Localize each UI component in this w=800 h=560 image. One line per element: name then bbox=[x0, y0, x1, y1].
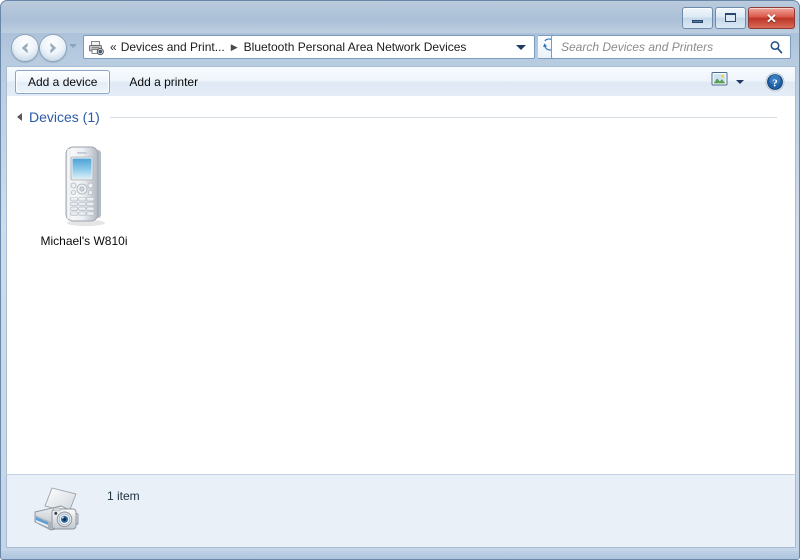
preview-pane-button[interactable] bbox=[707, 71, 731, 93]
close-icon: ✕ bbox=[766, 10, 777, 26]
explorer-window: ✕ « Devices and Print... ▶ Bluetooth Per… bbox=[0, 0, 800, 560]
forward-arrow-icon bbox=[40, 35, 66, 61]
breadcrumb-item-bluetooth-pan-devices[interactable]: Bluetooth Personal Area Network Devices bbox=[244, 41, 467, 53]
breadcrumb-separator-icon[interactable]: ▶ bbox=[231, 42, 238, 52]
chevron-down-icon[interactable] bbox=[516, 44, 526, 50]
toolbar-right-group: ? bbox=[707, 71, 785, 93]
recent-pages-dropdown[interactable] bbox=[69, 44, 77, 48]
svg-text:?: ? bbox=[772, 77, 778, 89]
change-view-dropdown[interactable] bbox=[731, 71, 749, 93]
title-bar: ✕ bbox=[1, 1, 799, 31]
add-a-device-button[interactable]: Add a device bbox=[15, 69, 111, 94]
add-a-printer-button[interactable]: Add a printer bbox=[120, 70, 207, 94]
window-bottom-edge bbox=[1, 551, 799, 559]
device-label: Michael's W810i bbox=[40, 234, 128, 248]
minimize-button[interactable] bbox=[682, 7, 713, 29]
devices-group-header[interactable]: Devices (1) bbox=[17, 108, 777, 126]
maximize-button[interactable] bbox=[715, 7, 746, 29]
add-a-device-label: Add a device bbox=[28, 74, 98, 89]
help-button[interactable]: ? bbox=[765, 72, 785, 92]
back-button[interactable] bbox=[11, 34, 39, 62]
content-area[interactable]: Devices (1) Michael's W810i bbox=[6, 96, 796, 474]
search-input[interactable] bbox=[559, 39, 763, 55]
mobile-phone-icon bbox=[29, 138, 139, 228]
forward-button[interactable] bbox=[39, 34, 67, 62]
collapse-triangle-icon[interactable] bbox=[17, 113, 22, 121]
close-button[interactable]: ✕ bbox=[748, 7, 795, 29]
devices-and-printers-icon bbox=[31, 482, 89, 540]
navigation-bar: « Devices and Print... ▶ Bluetooth Perso… bbox=[1, 31, 799, 63]
devices-group-title: Devices (1) bbox=[29, 109, 100, 125]
breadcrumb-item-devices-and-printers[interactable]: Devices and Print... bbox=[121, 41, 225, 53]
window-controls: ✕ bbox=[682, 7, 795, 29]
status-item-count: 1 item bbox=[107, 489, 140, 503]
group-divider bbox=[109, 116, 777, 118]
add-a-printer-label: Add a printer bbox=[129, 74, 199, 89]
search-icon[interactable] bbox=[769, 40, 783, 54]
command-toolbar: Add a device Add a printer ? bbox=[6, 66, 796, 96]
search-box[interactable] bbox=[551, 35, 791, 59]
preview-pane-icon bbox=[711, 71, 728, 92]
address-bar[interactable]: « Devices and Print... ▶ Bluetooth Perso… bbox=[83, 35, 535, 59]
status-bar: 1 item bbox=[6, 474, 796, 548]
chevron-down-icon bbox=[736, 79, 744, 84]
help-icon: ? bbox=[765, 72, 785, 96]
breadcrumb-overflow-chevron[interactable]: « bbox=[110, 41, 117, 53]
device-tile[interactable]: Michael's W810i bbox=[29, 138, 139, 248]
devices-and-printers-icon bbox=[88, 39, 105, 56]
back-arrow-icon bbox=[12, 35, 38, 61]
